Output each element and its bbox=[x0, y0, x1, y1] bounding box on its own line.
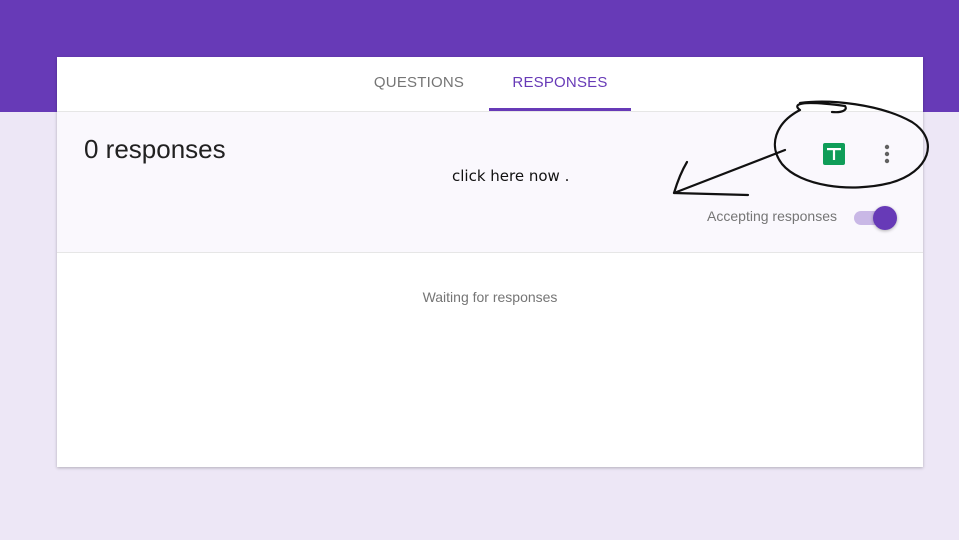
create-spreadsheet-button[interactable] bbox=[814, 134, 854, 174]
accepting-responses-toggle[interactable] bbox=[854, 206, 898, 230]
more-vert-icon bbox=[884, 144, 890, 164]
accepting-responses-label: Accepting responses bbox=[707, 208, 837, 224]
tab-bar: QUESTIONS RESPONSES bbox=[57, 57, 923, 112]
response-count: 0 responses bbox=[84, 134, 226, 164]
responses-card: QUESTIONS RESPONSES 0 responses Acceptin… bbox=[57, 57, 923, 467]
annotation-text: click here now . bbox=[452, 167, 570, 185]
google-sheets-icon bbox=[823, 143, 845, 165]
waiting-message: Waiting for responses bbox=[422, 289, 558, 305]
toggle-thumb bbox=[873, 206, 897, 230]
more-options-button[interactable] bbox=[867, 134, 907, 174]
tab-questions[interactable]: QUESTIONS bbox=[361, 57, 477, 109]
tab-responses[interactable]: RESPONSES bbox=[489, 57, 631, 109]
active-tab-indicator bbox=[489, 108, 631, 111]
